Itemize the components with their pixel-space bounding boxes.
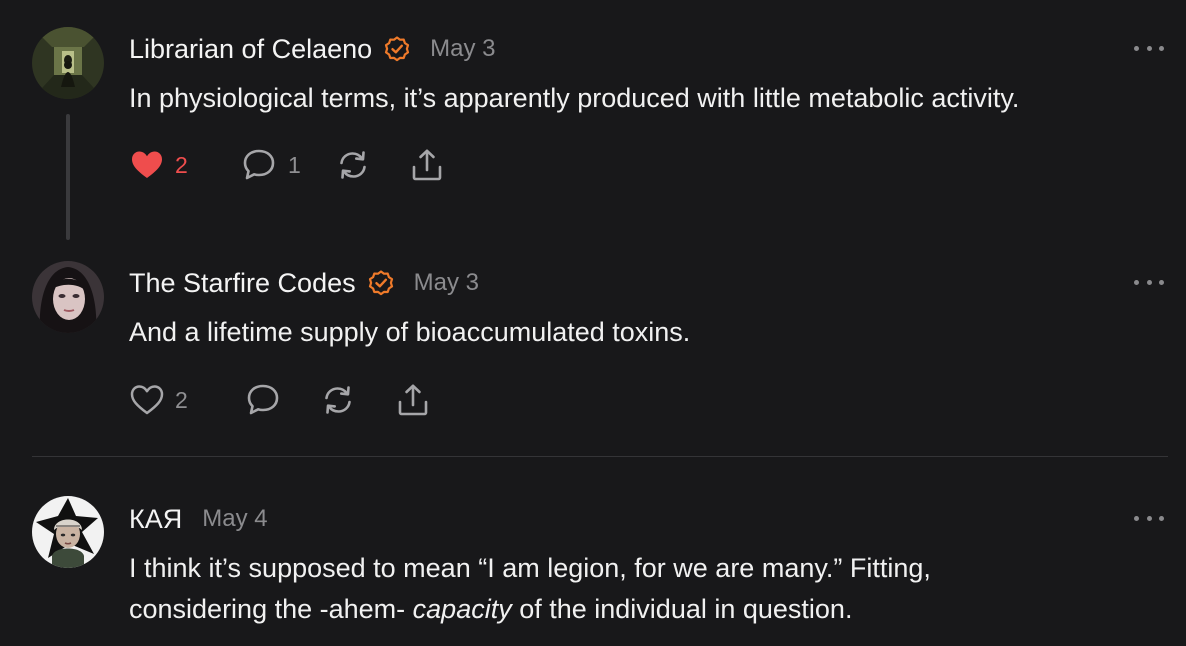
author-name[interactable]: The Starfire Codes bbox=[129, 268, 356, 299]
avatar[interactable] bbox=[32, 261, 104, 333]
comment-text-line-2: considering the -ahem- capacity of the i… bbox=[129, 589, 931, 630]
verified-badge-icon bbox=[385, 36, 410, 62]
share-icon bbox=[412, 149, 442, 181]
reply-count: 1 bbox=[288, 151, 301, 178]
comment-text-part: considering the -ahem- bbox=[129, 594, 413, 624]
comment-text: I think it’s supposed to mean “I am legi… bbox=[129, 548, 931, 630]
comment-date: May 3 bbox=[430, 35, 496, 62]
reply-button[interactable] bbox=[244, 380, 282, 420]
comment-text-emphasis: capacity bbox=[412, 594, 512, 624]
reply-button[interactable]: 1 bbox=[240, 145, 301, 185]
comment-bubble-icon bbox=[243, 149, 275, 180]
more-options-icon[interactable] bbox=[1134, 277, 1164, 287]
comment-text-part: of the individual in question. bbox=[511, 594, 853, 624]
author-name[interactable]: КАЯ bbox=[129, 504, 182, 535]
more-options-icon[interactable] bbox=[1134, 513, 1164, 523]
more-options-icon[interactable] bbox=[1134, 43, 1164, 53]
comment-thread: Librarian of Celaeno May 3 In physiologi… bbox=[0, 0, 1186, 646]
illustrated-character-avatar-icon bbox=[32, 496, 104, 568]
share-icon bbox=[398, 384, 428, 416]
comment-date: May 3 bbox=[413, 269, 479, 296]
comment-bubble-icon bbox=[247, 384, 279, 415]
hallway-figure-avatar-icon bbox=[32, 27, 104, 99]
restack-button[interactable] bbox=[336, 145, 370, 185]
comment-date: May 4 bbox=[202, 505, 268, 532]
avatar[interactable] bbox=[32, 27, 104, 99]
verified-badge-icon bbox=[368, 270, 393, 296]
comment-text-line-1: I think it’s supposed to mean “I am legi… bbox=[129, 553, 931, 583]
thread-connector-line bbox=[66, 114, 70, 240]
like-button[interactable]: 2 bbox=[129, 380, 188, 420]
heart-icon bbox=[132, 151, 162, 178]
share-button[interactable] bbox=[395, 380, 431, 420]
like-count: 2 bbox=[175, 386, 188, 413]
author-name[interactable]: Librarian of Celaeno bbox=[129, 34, 372, 65]
like-count: 2 bbox=[175, 151, 188, 178]
restack-icon bbox=[340, 151, 366, 179]
like-button[interactable]: 2 bbox=[129, 145, 188, 185]
heart-icon bbox=[130, 385, 164, 415]
divider bbox=[32, 456, 1168, 457]
portrait-avatar-icon bbox=[32, 261, 104, 333]
share-button[interactable] bbox=[409, 145, 445, 185]
comment-text: And a lifetime supply of bioaccumulated … bbox=[129, 317, 691, 347]
restack-icon bbox=[325, 386, 351, 414]
avatar[interactable] bbox=[32, 496, 104, 568]
comment-text: In physiological terms, it’s apparently … bbox=[129, 83, 1020, 113]
restack-button[interactable] bbox=[321, 380, 355, 420]
